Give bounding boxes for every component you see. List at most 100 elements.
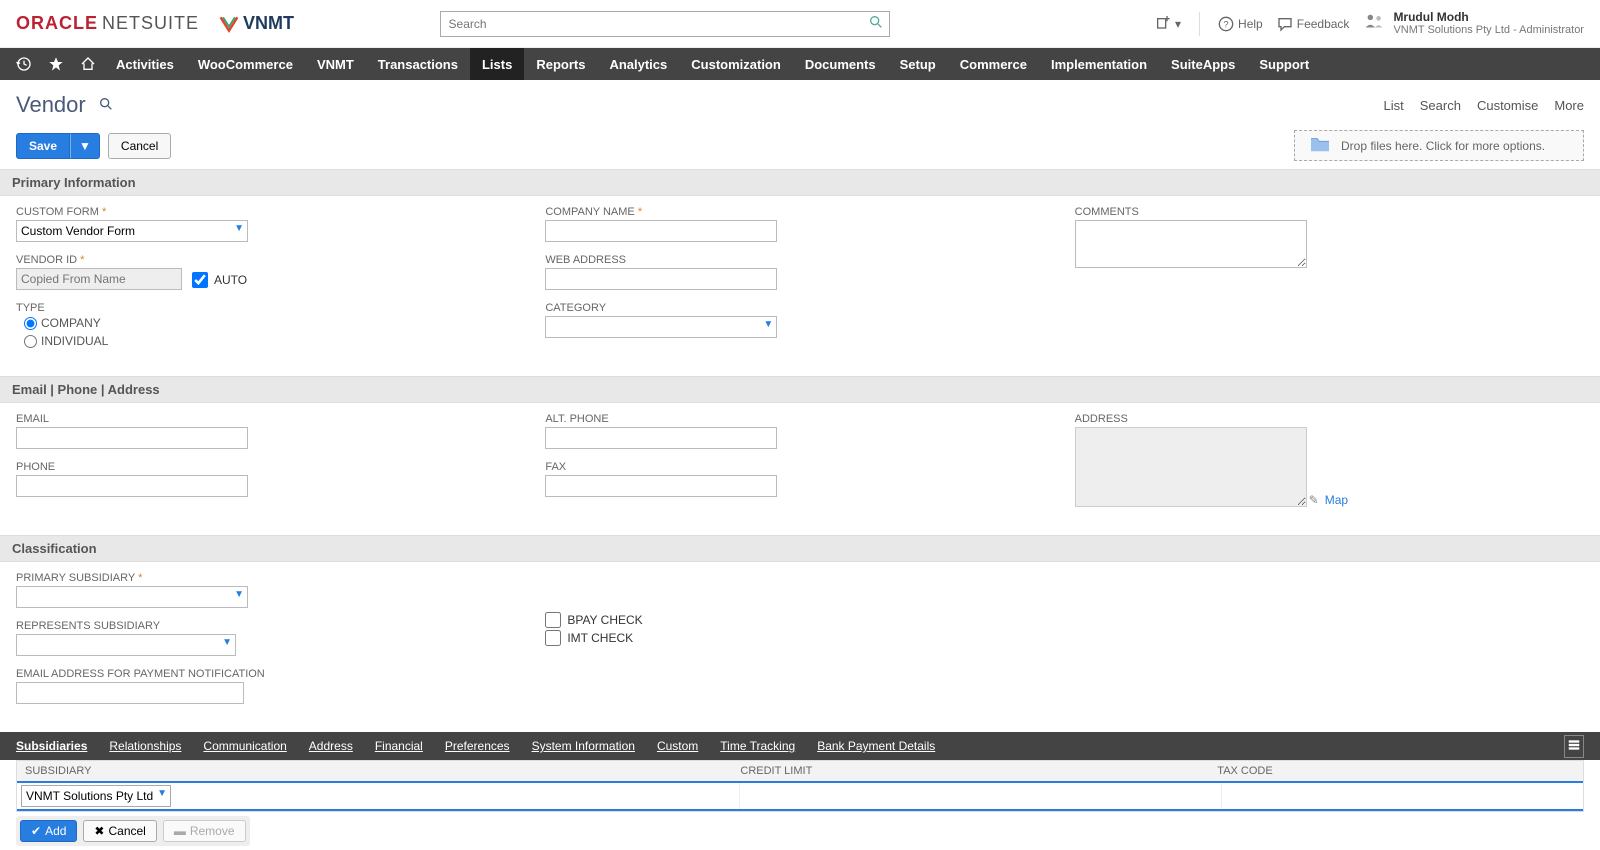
- col-tax-code: TAX CODE: [1217, 765, 1575, 777]
- vendor-id-input: [16, 268, 182, 290]
- nav-activities[interactable]: Activities: [104, 48, 186, 80]
- page-header-actions: List Search Customise More: [1384, 98, 1584, 113]
- section-classification-body: PRIMARY SUBSIDIARY ▼ REPRESENTS SUBSIDIA…: [0, 562, 1600, 732]
- netsuite-logo-text: NETSUITE: [102, 13, 199, 33]
- auto-checkbox[interactable]: [192, 272, 208, 288]
- home-icon[interactable]: [72, 48, 104, 80]
- nav-support[interactable]: Support: [1247, 48, 1321, 80]
- map-link[interactable]: Map: [1325, 493, 1348, 507]
- search-button[interactable]: [862, 11, 890, 37]
- nav-implementation[interactable]: Implementation: [1039, 48, 1159, 80]
- type-company-label: COMPANY: [41, 316, 101, 330]
- sublist-row[interactable]: ▼: [17, 781, 1583, 811]
- nav-customization[interactable]: Customization: [679, 48, 793, 80]
- sublist-cancel-button[interactable]: ✖Cancel: [83, 820, 156, 842]
- address-box[interactable]: [1075, 427, 1307, 507]
- action-bar: Save ▼ Cancel Drop files here. Click for…: [0, 130, 1600, 169]
- section-primary-header[interactable]: Primary Information: [0, 169, 1600, 196]
- nav-woocommerce[interactable]: WooCommerce: [186, 48, 305, 80]
- sublist-layout-toggle[interactable]: [1564, 735, 1584, 758]
- page-search-icon[interactable]: [98, 96, 114, 115]
- sublist-header-row: SUBSIDIARY CREDIT LIMIT TAX CODE: [17, 761, 1583, 781]
- feedback-button[interactable]: Feedback: [1277, 16, 1350, 32]
- nav-vnmt[interactable]: VNMT: [305, 48, 366, 80]
- save-dropdown-button[interactable]: ▼: [70, 133, 100, 159]
- nav-suiteapps[interactable]: SuiteApps: [1159, 48, 1247, 80]
- nav-commerce[interactable]: Commerce: [948, 48, 1039, 80]
- nav-reports[interactable]: Reports: [524, 48, 597, 80]
- primary-subsidiary-select[interactable]: [16, 586, 248, 608]
- email-input[interactable]: [16, 427, 248, 449]
- subtab-address[interactable]: Address: [309, 739, 353, 753]
- address-label: ADDRESS: [1075, 413, 1584, 425]
- email-notif-input[interactable]: [16, 682, 244, 704]
- web-address-input[interactable]: [545, 268, 777, 290]
- comments-label: COMMENTS: [1075, 206, 1584, 218]
- phone-input[interactable]: [16, 475, 248, 497]
- auto-label: AUTO: [214, 273, 247, 287]
- shortcuts-icon[interactable]: [40, 48, 72, 80]
- oracle-logo-text: ORACLE: [16, 13, 98, 33]
- row-credit-limit[interactable]: [740, 783, 1222, 809]
- type-company-radio[interactable]: [24, 317, 37, 330]
- search-input[interactable]: [440, 11, 890, 37]
- folder-icon: [1309, 135, 1331, 156]
- nav-analytics[interactable]: Analytics: [597, 48, 679, 80]
- represents-subsidiary-select[interactable]: [16, 634, 236, 656]
- row-tax-code[interactable]: [1222, 783, 1583, 809]
- section-primary-body: CUSTOM FORM ▼ VENDOR ID AUTO TYPE: [0, 196, 1600, 376]
- comments-textarea[interactable]: [1075, 220, 1307, 268]
- row-subsidiary-select[interactable]: [21, 785, 171, 807]
- company-name-input[interactable]: [545, 220, 777, 242]
- subtab-time-tracking[interactable]: Time Tracking: [720, 739, 795, 753]
- subtab-bar: Subsidiaries Relationships Communication Ad…: [0, 732, 1600, 760]
- sublist-add-button[interactable]: ✔Add: [20, 820, 77, 842]
- save-button-group: Save ▼: [16, 133, 100, 159]
- section-classification-header[interactable]: Classification: [0, 535, 1600, 562]
- section-contact-header[interactable]: Email | Phone | Address: [0, 376, 1600, 403]
- subtab-custom[interactable]: Custom: [657, 739, 698, 753]
- address-edit-icon[interactable]: ✎: [1309, 493, 1319, 507]
- partner-logo-text: VNMT: [243, 13, 294, 34]
- primary-subsidiary-label: PRIMARY SUBSIDIARY: [16, 572, 525, 584]
- category-label: CATEGORY: [545, 302, 1054, 314]
- bpay-checkbox[interactable]: [545, 612, 561, 628]
- subtab-financial[interactable]: Financial: [375, 739, 423, 753]
- feedback-label: Feedback: [1297, 17, 1350, 31]
- page-action-list[interactable]: List: [1384, 98, 1404, 113]
- nav-documents[interactable]: Documents: [793, 48, 888, 80]
- dropzone-text: Drop files here. Click for more options.: [1341, 139, 1545, 153]
- subtab-communication[interactable]: Communication: [203, 739, 286, 753]
- subtab-subsidiaries[interactable]: Subsidiaries: [16, 739, 87, 753]
- nav-setup[interactable]: Setup: [888, 48, 948, 80]
- page-action-customise[interactable]: Customise: [1477, 98, 1538, 113]
- help-button[interactable]: ? Help: [1218, 16, 1263, 32]
- cancel-button[interactable]: Cancel: [108, 133, 171, 159]
- type-individual-label: INDIVIDUAL: [41, 334, 108, 348]
- nav-transactions[interactable]: Transactions: [366, 48, 470, 80]
- bpay-label: BPAY CHECK: [567, 613, 642, 627]
- page-action-more[interactable]: More: [1554, 98, 1584, 113]
- user-icon: [1363, 11, 1385, 36]
- page-action-search[interactable]: Search: [1420, 98, 1461, 113]
- user-menu[interactable]: Mrudul Modh VNMT Solutions Pty Ltd - Adm…: [1363, 11, 1584, 36]
- subtab-preferences[interactable]: Preferences: [445, 739, 510, 753]
- nav-lists[interactable]: Lists: [470, 48, 524, 80]
- user-role: VNMT Solutions Pty Ltd - Administrator: [1393, 24, 1584, 36]
- vendor-id-label: VENDOR ID: [16, 254, 525, 266]
- subtab-system-information[interactable]: System Information: [532, 739, 635, 753]
- quick-add-button[interactable]: ▾: [1155, 16, 1181, 32]
- category-select[interactable]: [545, 316, 777, 338]
- user-name: Mrudul Modh: [1393, 11, 1584, 24]
- fax-input[interactable]: [545, 475, 777, 497]
- recent-records-icon[interactable]: [8, 48, 40, 80]
- subtab-bank-payment-details[interactable]: Bank Payment Details: [817, 739, 935, 753]
- alt-phone-input[interactable]: [545, 427, 777, 449]
- file-dropzone[interactable]: Drop files here. Click for more options.: [1294, 130, 1584, 161]
- custom-form-select[interactable]: [16, 220, 248, 242]
- save-button[interactable]: Save: [16, 133, 70, 159]
- type-individual-radio[interactable]: [24, 335, 37, 348]
- help-label: Help: [1238, 17, 1263, 31]
- subtab-relationships[interactable]: Relationships: [109, 739, 181, 753]
- imt-checkbox[interactable]: [545, 630, 561, 646]
